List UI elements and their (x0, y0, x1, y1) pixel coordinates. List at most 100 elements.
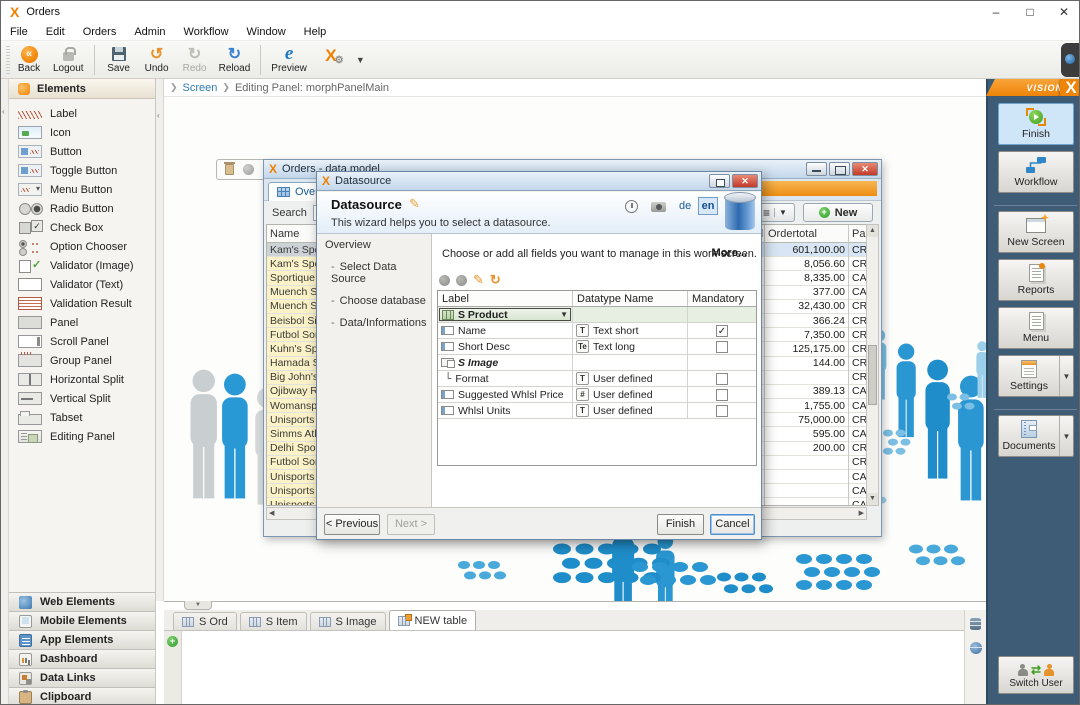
payment-cell[interactable]: CAS (849, 427, 866, 441)
ordertotal-cell[interactable]: 8,335.00 (765, 271, 848, 285)
horizontal-scrollbar-right[interactable]: ▶ (754, 507, 867, 520)
insert-disabled-icon[interactable] (439, 275, 450, 286)
left-collapse-rail[interactable]: ‹ (1, 79, 9, 705)
palette-item[interactable]: Editing Panel (9, 427, 155, 446)
menu-item[interactable]: Orders (74, 26, 126, 38)
ordertotal-cell[interactable]: 75,000.00 (765, 413, 848, 427)
field-row-suggested-whlsl-price[interactable]: Suggested Whlsl Price #User defined (438, 387, 756, 403)
back-button[interactable]: «Back (12, 43, 46, 77)
palette-item[interactable]: Validation Result (9, 294, 155, 313)
minimize-button[interactable]: – (979, 1, 1013, 23)
palette-item[interactable]: Group Panel (9, 351, 155, 370)
ordertotal-cell[interactable]: 601,100.00 (765, 243, 848, 257)
menu-item[interactable]: Window (238, 26, 295, 38)
reports-button[interactable]: Reports (998, 259, 1074, 301)
disabled-action-icon[interactable] (243, 164, 254, 175)
customer-row[interactable]: Sportique (267, 271, 321, 285)
payment-cell[interactable]: CRI (849, 328, 866, 342)
scrollbar-thumb[interactable] (868, 345, 877, 405)
close-button[interactable]: ✕ (1047, 1, 1080, 23)
palette-item[interactable]: Validator (Image) (9, 256, 155, 275)
globe-icon[interactable] (970, 642, 982, 654)
ordertotal-cell[interactable] (765, 456, 848, 470)
close-button[interactable]: ✕ (852, 162, 878, 176)
ordertotal-cell[interactable] (765, 484, 848, 498)
customer-row[interactable]: Womanspo (267, 399, 321, 413)
payment-cell[interactable]: CRI (849, 413, 866, 427)
horizontal-scrollbar-left[interactable]: ◀ (266, 507, 322, 520)
customer-row[interactable]: Simms Ath (267, 427, 321, 441)
ordertotal-cell[interactable]: 32,430.00 (765, 300, 848, 314)
palette-section-header[interactable]: Data Links (9, 668, 155, 687)
customer-row[interactable]: Futbol Son (267, 328, 321, 342)
visionx-tool-button[interactable]: X⚙ (314, 39, 348, 73)
documents-button[interactable]: Documents ▼ (998, 415, 1074, 457)
menu-button[interactable]: Menu (998, 307, 1074, 349)
switch-user-button[interactable]: ⇄ Switch User (998, 656, 1074, 694)
table-tab[interactable]: S Image (310, 612, 386, 630)
delete-disabled-icon[interactable] (456, 275, 467, 286)
ordertotal-cell[interactable] (765, 371, 848, 385)
payment-cell[interactable]: CAS (849, 498, 866, 505)
palette-item[interactable]: Vertical Split (9, 389, 155, 408)
palette-section-header[interactable]: App Elements (9, 630, 155, 649)
payment-cell[interactable]: CRI (849, 314, 866, 328)
field-row-name[interactable]: Name TText short ✓ (438, 323, 756, 339)
ordertotal-cell[interactable]: 377.00 (765, 286, 848, 300)
menu-item[interactable]: Edit (37, 26, 74, 38)
restore-button[interactable] (709, 174, 730, 188)
previous-button[interactable]: < Previous (324, 514, 380, 535)
ordertotal-cell[interactable]: 200.00 (765, 442, 848, 456)
new-record-button[interactable]: + New (803, 203, 873, 222)
toolbar-dropdown-arrow-icon[interactable]: ▼ (356, 55, 365, 65)
palette-section-header[interactable]: Web Elements (9, 592, 155, 611)
customer-row[interactable]: Unisports (267, 498, 321, 505)
field-row-format[interactable]: └Format TUser defined (438, 371, 756, 387)
scroll-up-icon[interactable]: ▲ (867, 225, 878, 237)
palette-item[interactable]: Validator (Text) (9, 275, 155, 294)
payment-cell[interactable]: CRI (849, 442, 866, 456)
new-screen-button[interactable]: New Screen (998, 211, 1074, 253)
workflow-button[interactable]: Workflow (998, 151, 1074, 193)
payment-cell[interactable]: CRI (849, 243, 866, 257)
payment-cell[interactable]: CAS (849, 484, 866, 498)
wizard-step[interactable]: Overview (317, 234, 431, 256)
ordertotal-cell[interactable]: 144.00 (765, 357, 848, 371)
customer-row[interactable]: Unisports (267, 413, 321, 427)
palette-section-header[interactable]: Clipboard (9, 687, 155, 705)
more-link[interactable]: More... (712, 247, 747, 259)
customer-row[interactable]: Futbol Son (267, 456, 321, 470)
wizard-step[interactable]: Select Data Source (317, 256, 431, 290)
mandatory-checkbox[interactable] (716, 405, 728, 417)
column-header-name[interactable]: Name (267, 225, 321, 243)
palette-item[interactable]: Radio Button (9, 199, 155, 218)
screenshot-camera-icon[interactable] (651, 202, 666, 212)
edit-pencil-icon[interactable]: ✎ (409, 196, 420, 212)
collapse-handle[interactable]: ▼ (184, 601, 212, 610)
menu-item[interactable]: File (1, 26, 37, 38)
customer-row[interactable]: Kuhn's Spo (267, 342, 321, 356)
redo-button[interactable]: ↻Redo (178, 43, 212, 77)
finish-button[interactable]: Finish (998, 103, 1074, 145)
payment-cell[interactable]: CAS (849, 399, 866, 413)
palette-item[interactable]: Menu Button (9, 180, 155, 199)
payment-cell[interactable]: CRI (849, 342, 866, 356)
language-de[interactable]: de (679, 200, 691, 212)
palette-item[interactable]: Panel (9, 313, 155, 332)
next-button[interactable]: Next > (387, 514, 435, 535)
mandatory-checkbox[interactable] (716, 373, 728, 385)
palette-section-header[interactable]: Mobile Elements (9, 611, 155, 630)
table-tab[interactable]: S Ord (173, 612, 237, 630)
palette-item[interactable]: Icon (9, 123, 155, 142)
palette-section-header[interactable]: Dashboard (9, 649, 155, 668)
mandatory-checkbox[interactable] (716, 341, 728, 353)
payment-cell[interactable]: CRI (849, 456, 866, 470)
documents-dropdown[interactable]: ▼ (1059, 416, 1073, 456)
field-row-short-desc[interactable]: Short Desc TeText long (438, 339, 756, 355)
menu-item[interactable]: Help (295, 26, 336, 38)
payment-cell[interactable]: CAS (849, 470, 866, 484)
palette-item[interactable]: Label (9, 104, 155, 123)
settings-dropdown[interactable]: ▼ (1059, 356, 1073, 396)
scroll-down-icon[interactable]: ▼ (867, 493, 878, 505)
field-row-whlsl-units[interactable]: Whlsl Units TUser defined (438, 403, 756, 419)
